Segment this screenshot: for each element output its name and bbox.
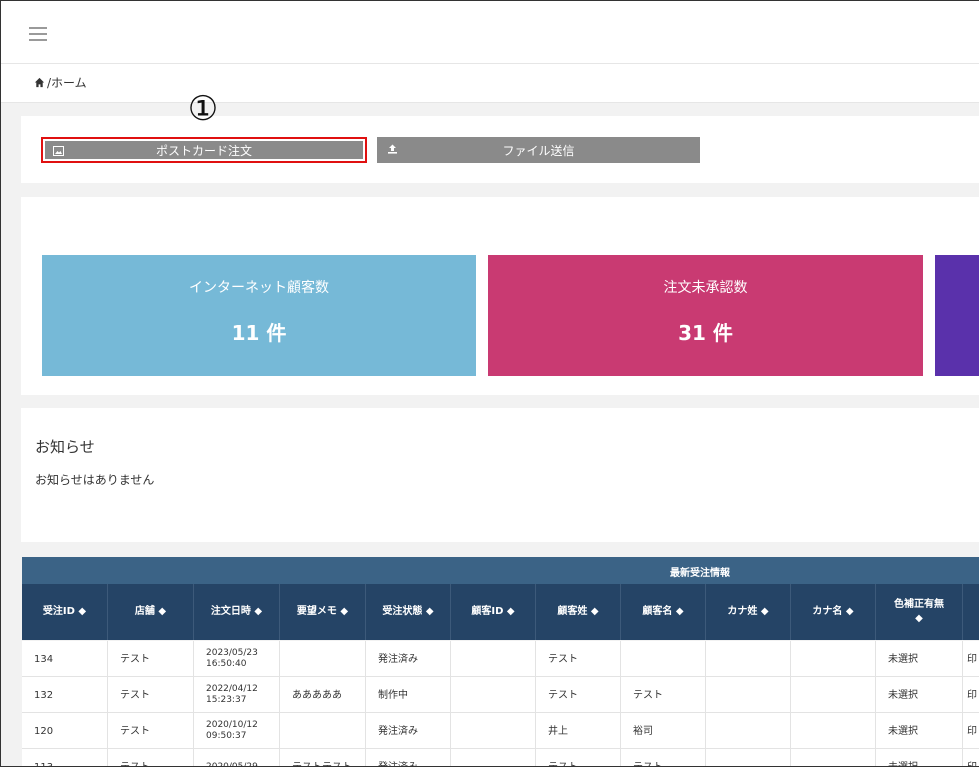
breadcrumb: /ホーム: [34, 74, 87, 91]
cell-store: テスト: [108, 641, 194, 677]
cell-last-name: テスト: [536, 641, 621, 677]
cell-color-correction: 未選択: [876, 641, 963, 677]
cell-kana-first: [791, 677, 876, 713]
cell-last-name: テスト: [536, 677, 621, 713]
cell-store: テスト: [108, 749, 194, 766]
home-icon[interactable]: [34, 77, 45, 88]
cell-customer-id: [451, 749, 536, 766]
cell-first-name: テスト: [621, 677, 706, 713]
cell-customer-id: [451, 677, 536, 713]
cell-memo: あああああ: [280, 677, 366, 713]
col-memo[interactable]: 要望メモ ◆: [280, 584, 366, 640]
cell-first-name: [621, 641, 706, 677]
stat-value: 11 件: [231, 321, 287, 345]
cell-memo: [280, 713, 366, 749]
cell-order-id: 134: [22, 641, 108, 677]
table-row[interactable]: 113 テスト 2020/05/29 テストテスト 発注済み テスト テスト 未…: [22, 749, 979, 767]
cell-extra: 印: [967, 689, 977, 701]
cell-order-id: 132: [22, 677, 108, 713]
cell-memo: [280, 641, 366, 677]
orders-table-header: 受注ID ◆ 店舗 ◆ 注文日時 ◆ 要望メモ ◆ 受注状態 ◆ 顧客ID ◆ …: [22, 584, 979, 640]
col-kana-first[interactable]: カナ名 ◆: [791, 584, 876, 640]
orders-table-title: 最新受注情報: [22, 557, 979, 584]
stat-label: 注文未承認数: [663, 280, 748, 296]
col-store[interactable]: 店舗 ◆: [108, 584, 194, 640]
cell-status: 発注済み: [366, 713, 451, 749]
cell-extra: 印: [967, 761, 977, 767]
news-title: お知らせ: [35, 438, 95, 456]
cell-status: 発注済み: [366, 749, 451, 766]
cell-store: テスト: [108, 677, 194, 713]
cell-extra: 印: [967, 725, 977, 737]
postcard-order-label: ポストカード注文: [155, 143, 252, 158]
file-send-button[interactable]: ファイル送信: [377, 137, 700, 163]
cell-first-name: 裕司: [621, 713, 706, 749]
cell-status: 発注済み: [366, 641, 451, 677]
cell-kana-last: [706, 677, 791, 713]
col-customer-id[interactable]: 顧客ID ◆: [451, 584, 536, 640]
col-kana-last[interactable]: カナ姓 ◆: [706, 584, 791, 640]
cell-kana-first: [791, 749, 876, 766]
col-order-id[interactable]: 受注ID ◆: [22, 584, 108, 640]
cell-kana-last: [706, 641, 791, 677]
news-panel: [21, 408, 979, 542]
col-last-name[interactable]: 顧客姓 ◆: [536, 584, 621, 640]
image-icon: [53, 146, 64, 156]
cell-order-date: 2022/04/12 15:23:37: [194, 677, 280, 713]
cell-order-date: 2023/05/23 16:50:40: [194, 641, 280, 677]
cell-last-name: 井上: [536, 713, 621, 749]
cell-extra: 印: [967, 653, 977, 665]
col-order-date[interactable]: 注文日時 ◆: [194, 584, 280, 640]
cell-memo: テストテスト: [280, 749, 366, 766]
cell-kana-first: [791, 713, 876, 749]
news-body: お知らせはありません: [35, 473, 155, 487]
col-status[interactable]: 受注状態 ◆: [366, 584, 451, 640]
cell-first-name: テスト: [621, 749, 706, 766]
stat-card-partial[interactable]: [935, 255, 979, 376]
cell-color-correction: 未選択: [876, 749, 963, 766]
table-row[interactable]: 132 テスト 2022/04/12 15:23:37 あああああ 制作中 テス…: [22, 677, 979, 713]
stat-card-unapproved-orders[interactable]: 注文未承認数 31 件: [488, 255, 923, 376]
cell-kana-last: [706, 713, 791, 749]
orders-title-text: 最新受注情報: [670, 568, 730, 579]
cell-customer-id: [451, 713, 536, 749]
table-row[interactable]: 120 テスト 2020/10/12 09:50:37 発注済み 井上 裕司 未…: [22, 713, 979, 749]
callout-number: ①: [187, 89, 219, 129]
postcard-order-button[interactable]: ポストカード注文: [41, 137, 367, 163]
file-send-label: ファイル送信: [502, 143, 575, 158]
orders-table-body: 134 テスト 2023/05/23 16:50:40 発注済み テスト 未選択…: [22, 641, 979, 767]
hamburger-menu-icon[interactable]: [29, 27, 47, 41]
breadcrumb-home[interactable]: /ホーム: [47, 74, 87, 91]
cell-color-correction: 未選択: [876, 713, 963, 749]
upload-icon: [388, 144, 397, 154]
table-row[interactable]: 134 テスト 2023/05/23 16:50:40 発注済み テスト 未選択…: [22, 641, 979, 677]
cell-order-id: 120: [22, 713, 108, 749]
cell-status: 制作中: [366, 677, 451, 713]
top-bar: [1, 1, 979, 64]
cell-kana-first: [791, 641, 876, 677]
cell-last-name: テスト: [536, 749, 621, 766]
cell-kana-last: [706, 749, 791, 766]
col-first-name[interactable]: 顧客名 ◆: [621, 584, 706, 640]
cell-color-correction: 未選択: [876, 677, 963, 713]
app-frame: /ホーム ポストカード注文 ファイル送信 ① インターネット顧客数 11 件 注…: [0, 0, 979, 767]
breadcrumb-bar: /ホーム: [1, 64, 979, 103]
cell-customer-id: [451, 641, 536, 677]
stat-label: インターネット顧客数: [189, 280, 329, 296]
cell-order-id: 113: [22, 749, 108, 766]
cell-store: テスト: [108, 713, 194, 749]
col-extra[interactable]: [963, 584, 979, 640]
col-color-correction[interactable]: 色補正有無 ◆: [876, 584, 963, 640]
cell-order-date: 2020/05/29: [194, 749, 280, 766]
stat-card-internet-customers[interactable]: インターネット顧客数 11 件: [42, 255, 476, 376]
cell-order-date: 2020/10/12 09:50:37: [194, 713, 280, 749]
stat-value: 31 件: [678, 321, 733, 345]
